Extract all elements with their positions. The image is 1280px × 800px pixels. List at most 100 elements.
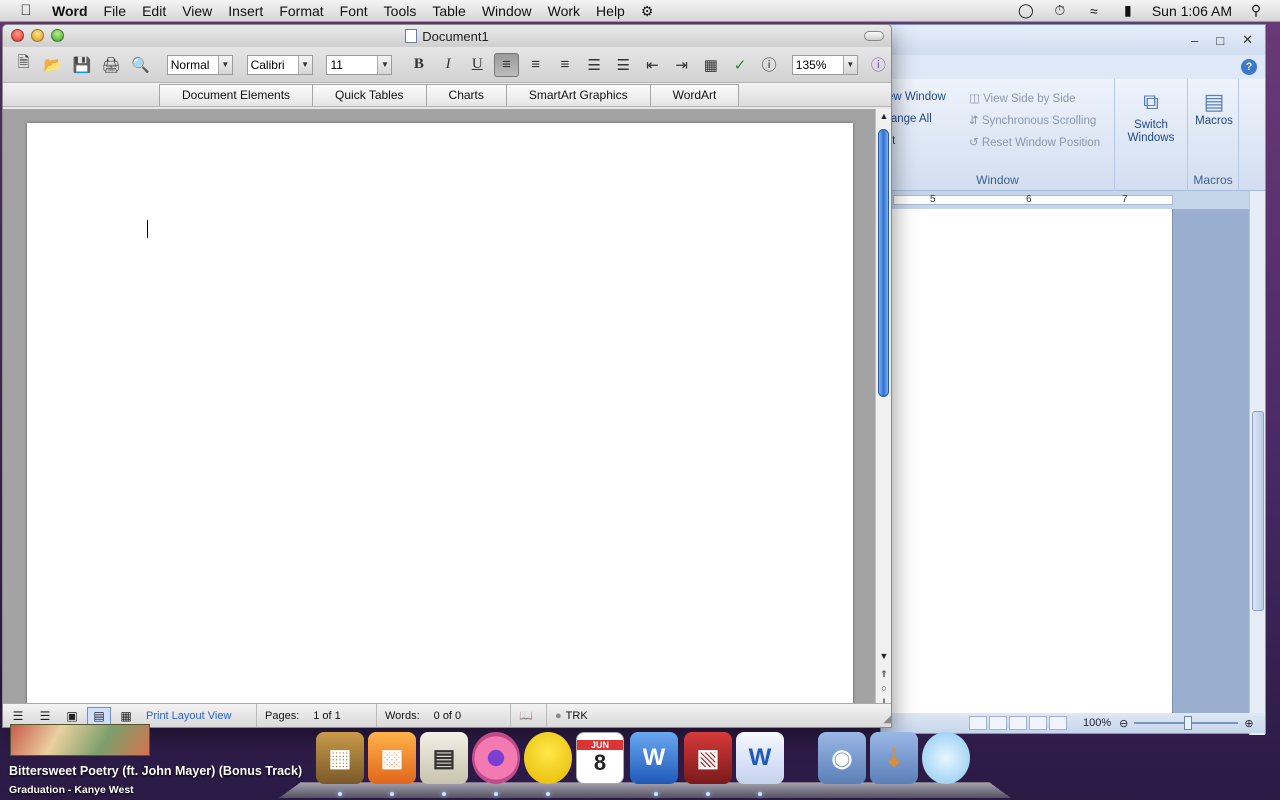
draft-view-icon[interactable] [1049, 716, 1067, 730]
zoom-in-icon[interactable]: ⊕ [1244, 717, 1253, 730]
font-select[interactable]: Calibri ▼ [246, 54, 313, 75]
bullets-icon[interactable]: ☰ [581, 53, 606, 77]
donut-icon[interactable] [472, 732, 520, 784]
help-icon[interactable]: ? [1241, 59, 1257, 75]
close-window-button[interactable] [11, 29, 24, 42]
menu-clock[interactable]: Sun 1:06 AM [1152, 3, 1232, 19]
app-grid-icon[interactable]: ▦ [316, 732, 364, 784]
zoom-slider[interactable] [1134, 716, 1239, 730]
web-layout-icon[interactable] [1009, 716, 1027, 730]
italic-icon[interactable]: I [435, 53, 460, 77]
increase-indent-icon[interactable]: ⇥ [669, 53, 694, 77]
scroll-up-icon[interactable]: ▲ [878, 111, 890, 125]
ichat-status-icon[interactable]: ◯ [1016, 2, 1036, 19]
open-icon[interactable]: 📂 [40, 53, 65, 77]
save-icon[interactable]: 💾 [69, 53, 94, 77]
minimize-window-button[interactable] [31, 29, 44, 42]
minimize-icon[interactable]: – [1191, 33, 1198, 48]
newspaper-icon[interactable]: ▤ [420, 732, 468, 784]
bold-icon[interactable]: B [406, 53, 431, 77]
zoom-slider-knob[interactable] [1184, 716, 1193, 730]
menu-window[interactable]: Window [474, 0, 540, 22]
reset-window-position-button[interactable]: ↺ Reset Window Position [969, 135, 1100, 149]
browse-object-icon[interactable]: ○ [878, 683, 890, 697]
scroll-down-icon[interactable]: ▼ [878, 651, 890, 665]
decrease-indent-icon[interactable]: ⇤ [640, 53, 665, 77]
parallels-icon[interactable]: ▧ [684, 732, 732, 784]
align-left-icon[interactable]: ≡ [493, 52, 520, 77]
menu-insert[interactable]: Insert [220, 0, 271, 22]
align-center-icon[interactable]: ≡ [523, 53, 548, 77]
apple-menu-icon[interactable]:  [12, 2, 40, 19]
switch-windows-button[interactable]: ⧉ Switch Windows [1121, 89, 1181, 145]
print-layout-view-icon[interactable]: ▤ [87, 706, 111, 725]
zoom-level[interactable]: 100% [1083, 717, 1111, 729]
font-dropdown-arrow-icon[interactable]: ▼ [297, 55, 312, 74]
macros-button[interactable]: ▤ Macros [1190, 89, 1238, 127]
style-dropdown-arrow-icon[interactable]: ▼ [217, 55, 232, 74]
tab-document-elements[interactable]: Document Elements [159, 84, 314, 106]
fishbowl-icon[interactable] [922, 732, 970, 784]
background-vertical-scrollbar[interactable] [1249, 191, 1265, 735]
style-select[interactable]: Normal ▼ [166, 54, 233, 75]
synchronous-scrolling-button[interactable]: ⇵ Synchronous Scrolling [969, 113, 1096, 127]
downloads-icon[interactable]: ⇣ [870, 732, 918, 784]
wifi-icon[interactable]: ≈ [1084, 3, 1104, 19]
background-page[interactable] [881, 209, 1173, 719]
menu-work[interactable]: Work [540, 0, 588, 22]
zoom-window-button[interactable] [51, 29, 64, 42]
maximize-icon[interactable]: □ [1216, 33, 1224, 48]
menu-font[interactable]: Font [332, 0, 376, 22]
menu-word[interactable]: Word [44, 0, 96, 22]
calendar-icon[interactable]: JUN 8 [576, 732, 624, 784]
view-side-by-side-button[interactable]: ◫ View Side by Side [969, 91, 1076, 105]
outline-view-icon[interactable]: ☰ [33, 707, 57, 725]
rubber-duck-icon[interactable] [524, 732, 572, 784]
previous-page-icon[interactable]: ⇑ [878, 669, 890, 683]
window-titlebar[interactable]: Document1 [3, 25, 891, 47]
zoom-dropdown-arrow-icon[interactable]: ▼ [842, 55, 857, 74]
spelling-check-icon[interactable]: ✓ [727, 53, 752, 77]
underline-icon[interactable]: U [465, 53, 490, 77]
new-document-icon[interactable]: 🗎 [11, 53, 36, 77]
size-dropdown-arrow-icon[interactable]: ▼ [377, 55, 392, 74]
menu-file[interactable]: File [96, 0, 135, 22]
tab-smartart-graphics[interactable]: SmartArt Graphics [505, 84, 651, 106]
menu-view[interactable]: View [174, 0, 220, 22]
word-w-icon[interactable]: W [630, 732, 678, 784]
menu-format[interactable]: Format [271, 0, 331, 22]
tab-charts[interactable]: Charts [425, 84, 507, 106]
document-page[interactable] [27, 123, 853, 723]
zoom-select[interactable]: 135% ▼ [791, 54, 858, 75]
time-machine-icon[interactable]: ⏱ [1050, 2, 1070, 19]
script-menu-icon[interactable]: ⚙ [633, 0, 662, 22]
outline-view-icon[interactable] [1029, 716, 1047, 730]
font-size-select[interactable]: 11 ▼ [326, 54, 393, 75]
spotlight-search-icon[interactable]: ⚲ [1246, 2, 1266, 19]
draft-view-icon[interactable]: ☰ [6, 707, 30, 725]
background-scroll-thumb[interactable] [1252, 411, 1264, 611]
menu-table[interactable]: Table [424, 0, 473, 22]
life-vest-icon[interactable]: ▩ [368, 732, 416, 784]
word-doc-icon[interactable]: W [736, 732, 784, 784]
print-icon[interactable]: 🖨 [99, 53, 124, 77]
battery-icon[interactable]: ▮ [1118, 2, 1138, 19]
numbering-icon[interactable]: ☰ [611, 53, 636, 77]
arrange-all-button[interactable]: range All [887, 113, 932, 125]
align-right-icon[interactable]: ≡ [552, 53, 577, 77]
help-icon[interactable]: ⓘ [866, 53, 891, 77]
menu-edit[interactable]: Edit [134, 0, 174, 22]
menu-tools[interactable]: Tools [376, 0, 425, 22]
tab-wordart[interactable]: WordArt [649, 84, 740, 106]
tab-quick-tables[interactable]: Quick Tables [312, 84, 427, 106]
close-icon[interactable]: ✕ [1242, 32, 1253, 48]
scroll-thumb[interactable] [878, 129, 889, 397]
toolbox-icon[interactable]: ⓘ [757, 53, 782, 77]
new-window-button[interactable]: ew Window [887, 91, 946, 103]
toolbar-toggle-button[interactable] [864, 31, 884, 41]
notebook-layout-icon[interactable]: ▦ [114, 707, 138, 725]
print-preview-icon[interactable]: 🔍 [128, 53, 153, 77]
mushroom-icon[interactable]: ◉ [818, 732, 866, 784]
table-icon[interactable]: ▦ [698, 53, 723, 77]
publishing-layout-icon[interactable]: ▣ [60, 707, 84, 725]
